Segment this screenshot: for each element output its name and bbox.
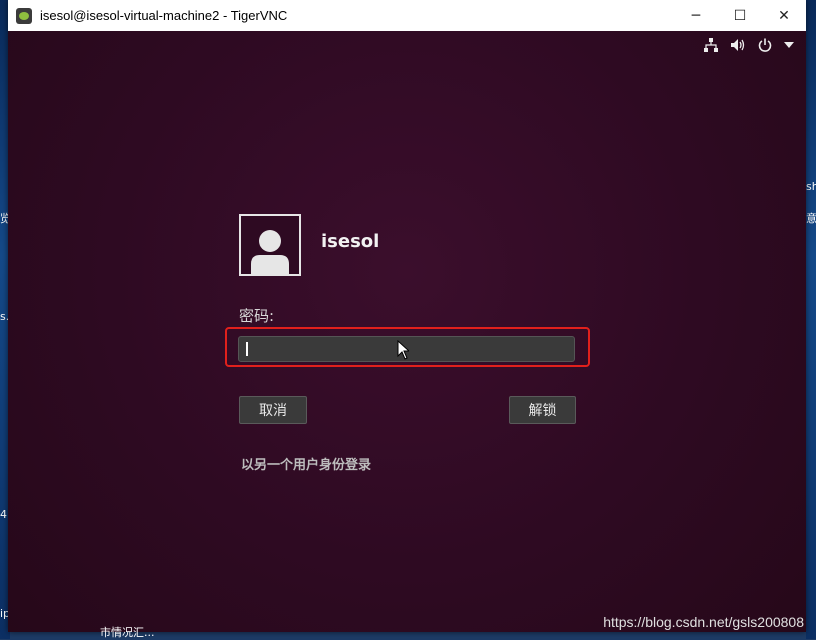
- password-label: 密码:: [239, 307, 275, 325]
- close-button[interactable]: ✕: [762, 0, 806, 31]
- window-title: isesol@isesol-virtual-machine2 - TigerVN…: [40, 8, 288, 23]
- username: isesol: [321, 231, 380, 252]
- minimize-button[interactable]: ─: [674, 0, 718, 31]
- desktop-fragment-bottom: 市情况汇...: [100, 626, 155, 639]
- desktop-fragment: sh: [806, 180, 816, 193]
- desktop-fragment: 意: [806, 212, 816, 225]
- vnc-window: isesol@isesol-virtual-machine2 - TigerVN…: [8, 0, 806, 632]
- network-icon[interactable]: [704, 38, 718, 52]
- watermark: https://blog.csdn.net/gsls200808: [603, 614, 804, 630]
- unlock-button[interactable]: 解锁: [509, 396, 576, 424]
- mouse-cursor-icon: [397, 340, 409, 360]
- power-icon[interactable]: [758, 38, 772, 52]
- switch-user-link[interactable]: 以另一个用户身份登录: [241, 454, 371, 473]
- volume-icon[interactable]: [730, 38, 746, 52]
- user-silhouette-icon: [251, 230, 289, 274]
- window-controls: ─ ☐ ✕: [674, 0, 806, 31]
- remote-topbar: [704, 31, 806, 59]
- desktop-right-edge: sh 意: [806, 0, 816, 639]
- cancel-button[interactable]: 取消: [239, 396, 307, 424]
- remote-screen[interactable]: isesol 密码: 取消 解锁 以另一个用户身份登录 https://blog…: [8, 31, 806, 632]
- text-caret: [246, 342, 248, 356]
- tigervnc-icon: [16, 7, 32, 24]
- maximize-button[interactable]: ☐: [718, 0, 762, 31]
- desktop-fragment: 4: [0, 508, 7, 521]
- window-titlebar[interactable]: isesol@isesol-virtual-machine2 - TigerVN…: [8, 0, 806, 31]
- avatar: [239, 214, 301, 276]
- chevron-down-icon[interactable]: [784, 42, 794, 48]
